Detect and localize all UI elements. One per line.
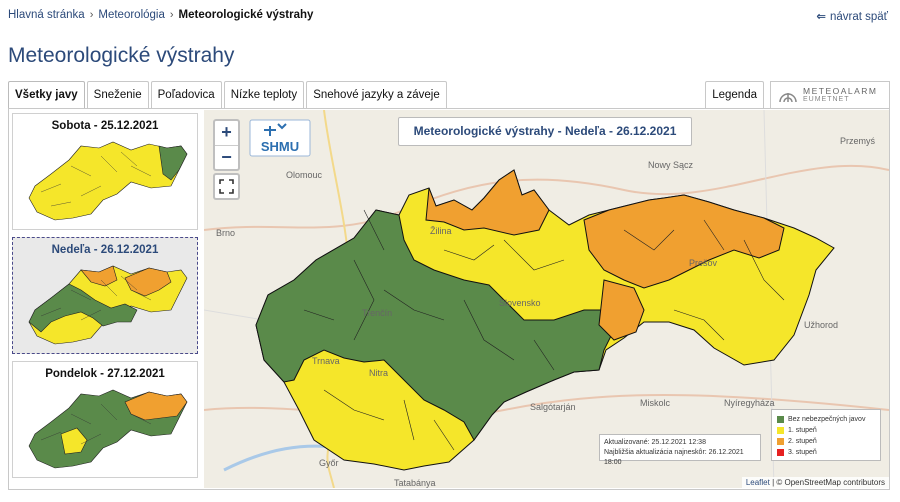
legend-swatch xyxy=(777,438,784,445)
tab-bar-right: Legenda METEOALARM EUMETNET xyxy=(705,81,890,108)
fullscreen-icon xyxy=(219,179,234,194)
meteoalarm-icon xyxy=(779,93,797,103)
legend-label: 3. stupeň xyxy=(788,449,817,456)
city-label: Nitra xyxy=(369,368,389,378)
legend-label: Bez nebezpečných javov xyxy=(788,416,866,423)
city-label: Slovensko xyxy=(499,298,541,308)
zoom-in-button[interactable]: + xyxy=(215,121,238,145)
breadcrumb-section-link[interactable]: Meteorológia xyxy=(98,9,164,21)
city-label: Salgótarján xyxy=(530,402,576,412)
legend-row: 2. stupeň xyxy=(777,436,875,447)
tab-ice[interactable]: Poľadovica xyxy=(150,81,222,108)
city-label: Győr xyxy=(319,458,339,468)
day-card-label: Nedeľa - 26.12.2021 xyxy=(51,244,159,256)
leaflet-link[interactable]: Leaflet xyxy=(746,478,770,487)
chevron-right-icon: › xyxy=(169,9,174,21)
city-label: Nowy Sącz xyxy=(648,160,694,170)
map-legend: Bez nebezpečných javov 1. stupeň 2. stup… xyxy=(771,409,881,461)
legend-swatch xyxy=(777,449,784,456)
legend-label: 2. stupeň xyxy=(788,438,817,445)
city-label: Užhorod xyxy=(804,320,839,330)
breadcrumb-current: Meteorologické výstrahy xyxy=(178,9,314,21)
legend-row: 3. stupeň xyxy=(777,447,875,458)
breadcrumb: Hlavná stránka › Meteorológia › Meteorologic… xyxy=(8,9,313,21)
legend-row: 1. stupeň xyxy=(777,425,875,436)
shmu-logo-icon: SHMU xyxy=(249,119,311,157)
city-label: Olomouc xyxy=(286,170,323,180)
city-label: Trenčín xyxy=(362,308,393,318)
back-link[interactable]: ⇐ návrat späť xyxy=(816,9,888,23)
day-card-sunday[interactable]: Nedeľa - 26.12.2021 xyxy=(12,237,198,354)
city-label: Nyíregyháza xyxy=(724,398,775,408)
tab-snow[interactable]: Sneženie xyxy=(86,81,149,108)
shmu-logo: SHMU xyxy=(248,118,312,158)
city-label: Trnava xyxy=(312,356,340,366)
day-card-saturday[interactable]: Sobota - 25.12.2021 xyxy=(12,113,198,230)
city-label: Miskolc xyxy=(640,398,671,408)
tab-snowdrift[interactable]: Snehové jazyky a záveje xyxy=(306,81,447,108)
zoom-out-button[interactable]: − xyxy=(215,145,238,169)
update-info-box: Aktualizované: 25.12.2021 12:38 Najbližš… xyxy=(599,434,761,466)
day-map-thumbnail xyxy=(28,141,188,221)
legend-label: 1. stupeň xyxy=(788,427,817,434)
day-map-thumbnail xyxy=(28,389,188,469)
city-label: Žilina xyxy=(430,226,452,236)
legend-swatch xyxy=(777,416,784,423)
map-attribution: Leaflet | © OpenStreetMap contributors xyxy=(741,477,889,488)
arrow-left-icon: ⇐ xyxy=(816,11,826,23)
breadcrumb-home-link[interactable]: Hlavná stránka xyxy=(8,9,85,21)
tab-low-temp[interactable]: Nízke teploty xyxy=(223,81,305,108)
city-label: Brno xyxy=(216,228,236,238)
next-update-text: Najbližšia aktualizácia najneskôr: 26.12… xyxy=(604,449,744,466)
warning-map[interactable]: + − SHMU Meteorologické výstrahy - Nedeľ… xyxy=(204,110,889,488)
chevron-right-icon: › xyxy=(89,9,94,21)
tab-bar: Všetky javy Sneženie Poľadovica Nízke te… xyxy=(8,81,449,109)
shmu-logo-text: SHMU xyxy=(261,139,299,154)
page-title: Meteorologické výstrahy xyxy=(8,44,235,67)
meteoalarm-line1: METEOALARM xyxy=(803,85,878,96)
tab-all[interactable]: Všetky javy xyxy=(8,81,85,109)
meteoalarm-line2: EUMETNET xyxy=(803,95,850,103)
legend-swatch xyxy=(777,427,784,434)
day-map-thumbnail xyxy=(28,265,188,345)
city-label: Tatabánya xyxy=(394,478,436,488)
day-card-monday[interactable]: Pondelok - 27.12.2021 xyxy=(12,361,198,478)
back-link-label: návrat späť xyxy=(829,11,888,23)
city-label: Przemyś xyxy=(840,136,876,146)
map-title: Meteorologické výstrahy - Nedeľa - 26.12… xyxy=(398,117,692,146)
day-card-label: Sobota - 25.12.2021 xyxy=(51,120,159,132)
day-card-label: Pondelok - 27.12.2021 xyxy=(45,368,165,380)
updated-text: Aktualizované: 25.12.2021 12:38 xyxy=(604,439,706,446)
city-label: Prešov xyxy=(689,258,718,268)
tab-legend[interactable]: Legenda xyxy=(705,81,764,108)
legend-row: Bez nebezpečných javov xyxy=(777,414,875,425)
zoom-control: + − xyxy=(213,119,240,171)
meteoalarm-logo[interactable]: METEOALARM EUMETNET xyxy=(770,81,890,108)
attribution-text: | © OpenStreetMap contributors xyxy=(772,478,885,487)
fullscreen-button[interactable] xyxy=(213,173,240,200)
